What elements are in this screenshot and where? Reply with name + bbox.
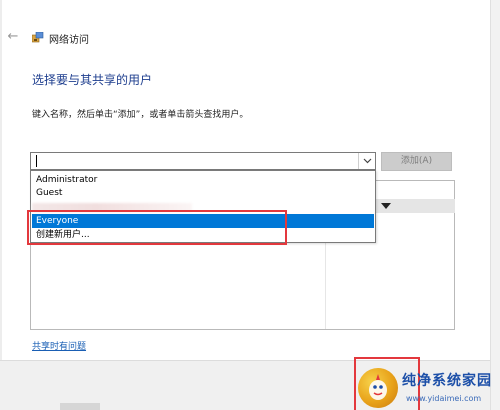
taskbar-fragment: [60, 403, 100, 410]
back-arrow-icon[interactable]: ←: [6, 30, 20, 44]
window-left-edge: [0, 0, 2, 410]
watermark-url-text: www.yidaimei.com: [406, 394, 482, 403]
text-caret: [36, 155, 37, 167]
watermark-logo-icon: [358, 368, 398, 408]
user-name-combobox[interactable]: [30, 152, 376, 170]
add-button[interactable]: 添加(A): [381, 152, 452, 171]
page-heading: 选择要与其共享的用户: [32, 73, 153, 87]
permission-dropdown-arrow-icon[interactable]: [381, 203, 391, 209]
dropdown-item-administrator[interactable]: Administrator: [32, 173, 374, 187]
combo-dropdown-button[interactable]: [358, 153, 375, 169]
chevron-down-icon: [363, 158, 372, 164]
blurred-dropdown-item: [32, 203, 192, 212]
instruction-text: 键入名称，然后单击“添加”，或者单击箭头查找用户。: [32, 110, 249, 120]
wizard-titlebar: ← 网络访问: [0, 24, 480, 52]
wizard-title: 网络访问: [49, 35, 89, 46]
watermark-mascot-icon: [369, 374, 387, 400]
network-share-icon: [32, 32, 44, 43]
dropdown-item-everyone[interactable]: Everyone: [32, 214, 374, 228]
watermark-brand-text: 纯净系统家园: [402, 373, 492, 389]
site-watermark: 纯净系统家园 www.yidaimei.com: [358, 368, 500, 410]
dropdown-item-guest[interactable]: Guest: [32, 186, 374, 200]
dropdown-item-create-new-user[interactable]: 创建新用户...: [32, 228, 374, 242]
sharing-help-link[interactable]: 共享时有问题: [32, 339, 86, 352]
user-dropdown-list[interactable]: Administrator Guest Everyone 创建新用户...: [30, 170, 376, 243]
sharing-wizard-window: ← 网络访问 选择要与其共享的用户 键入名称，然后单击“添加”，或者单击箭头查找…: [0, 0, 500, 410]
window-right-border: [490, 0, 500, 410]
